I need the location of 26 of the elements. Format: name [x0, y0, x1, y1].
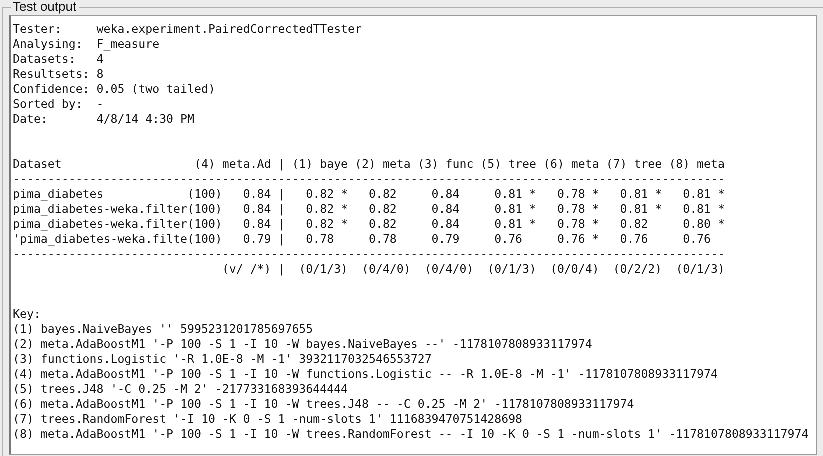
output-line: (8) meta.AdaBoostM1 '-P 100 -S 1 -I 10 -W trees.RandomForest -- -I 10 -K 0 -S 1 -num-slots 1' -1178107808933117974 [13, 427, 809, 441]
output-line: Tester: weka.experiment.PairedCorrectedTTester [13, 22, 362, 36]
output-line: ------------------------------------------------------------------------------------------------------ [13, 247, 725, 261]
output-line: (4) meta.AdaBoostM1 '-P 100 -S 1 -I 10 -W functions.Logistic -- -R 1.0E-8 -M -1' -1178107808933117974 [13, 367, 718, 381]
output-line: Date: 4/8/14 4:30 PM [13, 112, 194, 126]
output-line: (3) functions.Logistic '-R 1.0E-8 -M -1' 3932117032546553727 [13, 352, 432, 366]
output-line: Confidence: 0.05 (two tailed) [13, 82, 216, 96]
output-line: Resultsets: 8 [13, 67, 104, 81]
output-line: pima_diabetes (100) 0.84 | 0.82 * 0.82 0.84 0.81 * 0.78 * 0.81 * 0.81 * [13, 187, 725, 201]
output-line: Sorted by: - [13, 97, 104, 111]
output-text-area[interactable] [9, 15, 817, 455]
output-line: pima_diabetes-weka.filter(100) 0.84 | 0.82 * 0.82 0.84 0.81 * 0.78 * 0.81 * 0.81 * [13, 202, 725, 216]
output-line: (6) meta.AdaBoostM1 '-P 100 -S 1 -I 10 -W trees.J48 -- -C 0.25 -M 2' -1178107808933117974 [13, 397, 634, 411]
panel-title: Test output [12, 0, 78, 14]
output-line: pima_diabetes-weka.filter(100) 0.84 | 0.82 * 0.82 0.84 0.81 * 0.78 * 0.82 0.80 * [13, 217, 725, 231]
output-line: (1) bayes.NaiveBayes '' 5995231201785697655 [13, 322, 314, 336]
output-line: (2) meta.AdaBoostM1 '-P 100 -S 1 -I 10 -W bayes.NaiveBayes --' -1178107808933117974 [13, 337, 592, 351]
output-line: Key: [13, 307, 41, 321]
output-line: 'pima_diabetes-weka.filte(100) 0.79 | 0.78 0.78 0.79 0.76 0.76 * 0.76 0.76 [13, 232, 712, 246]
output-line: Datasets: 4 [13, 52, 104, 66]
output-line: ------------------------------------------------------------------------------------------------------ [13, 172, 725, 186]
output-line: (7) trees.RandomForest '-I 10 -K 0 -S 1 -num-slots 1' 1116839470751428698 [13, 412, 523, 426]
output-line: Analysing: F_measure [13, 37, 160, 51]
output-line: (5) trees.J48 '-C 0.25 -M 2' -217733168393644444 [13, 382, 348, 396]
output-line: (v/ /*) | (0/1/3) (0/4/0) (0/4/0) (0/1/3) (0/0/4) (0/2/2) (0/1/3) [221, 262, 725, 276]
output-line: Dataset (4) meta.Ad | (1) baye (2) meta (3) func (5) tree (6) meta (7) tree (8) meta [13, 157, 725, 171]
